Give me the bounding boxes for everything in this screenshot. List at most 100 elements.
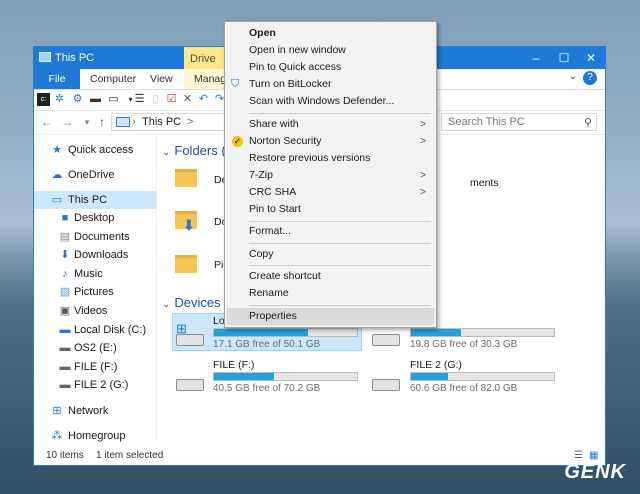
- sidebar-item-os2-e[interactable]: ▬ OS2 (E:): [34, 339, 156, 357]
- sidebar-item-documents[interactable]: ▤ Documents: [34, 228, 156, 246]
- properties-icon[interactable]: ☰: [133, 93, 146, 106]
- blank-page-icon[interactable]: ▯: [149, 93, 162, 106]
- folders-group-header[interactable]: ⌄ Folders (6: [162, 143, 233, 158]
- devices-group-header[interactable]: ⌄ Devices a: [162, 295, 231, 310]
- chevron-down-icon[interactable]: ⌄: [569, 71, 577, 82]
- sidebar-item-desktop[interactable]: ■ Desktop: [34, 209, 156, 227]
- menu-separator: [249, 305, 431, 306]
- minimize-button[interactable]: –: [522, 47, 550, 69]
- drive-usage-fill: [411, 329, 461, 336]
- chevron-down-icon[interactable]: ⌄: [162, 299, 170, 310]
- document-icon: ▤: [59, 231, 71, 243]
- folder-item-desktop[interactable]: [175, 169, 197, 187]
- network-drive-icon[interactable]: ▬: [89, 93, 102, 106]
- sidebar-item-downloads[interactable]: ⬇ Downloads: [34, 246, 156, 264]
- menu-item-crc-sha[interactable]: CRC SHA >: [227, 184, 434, 201]
- sidebar-item-network[interactable]: ⊞ Network: [34, 402, 156, 420]
- star-icon: ★: [52, 144, 62, 156]
- sidebar-item-local-disk-c[interactable]: ▬ Local Disk (C:): [34, 321, 156, 339]
- folder-item-pictures[interactable]: [175, 255, 197, 273]
- drive-name: Lo: [213, 315, 225, 327]
- search-icon[interactable]: ⚲: [584, 115, 592, 131]
- drive-usage-bar: [410, 328, 555, 337]
- homegroup-icon: ⁂: [51, 430, 63, 442]
- sidebar-item-label: This PC: [68, 194, 108, 206]
- menu-item-label: Properties: [249, 310, 297, 322]
- sidebar-item-this-pc[interactable]: ▭ This PC: [34, 191, 156, 209]
- close-button[interactable]: ✕: [577, 47, 605, 69]
- menu-item-copy[interactable]: Copy: [227, 246, 434, 263]
- forward-arrow-icon[interactable]: →: [59, 114, 75, 130]
- sidebar-item-music[interactable]: ♪ Music: [34, 265, 156, 283]
- breadcrumb[interactable]: This PC: [142, 116, 181, 128]
- drive-icon: [372, 379, 400, 391]
- search-input[interactable]: Search This PC ⚲: [441, 113, 597, 131]
- chevron-right-icon: >: [420, 136, 426, 147]
- console-icon[interactable]: c:: [37, 93, 50, 106]
- computer-icon: ▭: [51, 194, 63, 206]
- drive-usage-bar: [213, 328, 358, 337]
- drive-usage-bar: [410, 372, 555, 381]
- checklist-icon[interactable]: ☑: [165, 93, 178, 106]
- sidebar-item-quick-access[interactable]: ★ Quick access: [34, 141, 156, 159]
- folder-item-downloads[interactable]: ⬇: [175, 211, 197, 233]
- drive-usage-bar: [213, 372, 358, 381]
- chevron-down-icon[interactable]: ⌄: [162, 147, 170, 158]
- menu-item-rename[interactable]: Rename: [227, 285, 434, 302]
- gear-icon[interactable]: ✲: [53, 93, 66, 106]
- picture-icon: ▨: [59, 286, 71, 298]
- norton-check-icon: ✓: [232, 136, 243, 147]
- menu-item-label: CRC SHA: [249, 186, 297, 198]
- menu-item-bitlocker[interactable]: ⛉ Turn on BitLocker: [227, 76, 434, 93]
- context-menu: Open Open in new window Pin to Quick acc…: [224, 21, 437, 328]
- delete-icon[interactable]: ✕: [181, 93, 194, 106]
- maximize-button[interactable]: ☐: [550, 47, 578, 69]
- menu-item-7zip[interactable]: 7-Zip >: [227, 167, 434, 184]
- menu-item-pin-start[interactable]: Pin to Start: [227, 201, 434, 218]
- menu-item-label: Open: [249, 27, 276, 39]
- menu-item-label: Scan with Windows Defender...: [249, 95, 395, 107]
- menu-item-pin-quick-access[interactable]: Pin to Quick access: [227, 59, 434, 76]
- menu-item-share-with[interactable]: Share with >: [227, 116, 434, 133]
- sidebar-item-pictures[interactable]: ▨ Pictures: [34, 283, 156, 301]
- window-icon[interactable]: ▭: [107, 93, 120, 106]
- drive-tools-label[interactable]: Drive Too: [184, 47, 226, 89]
- sidebar-item-homegroup[interactable]: ⁂ Homegroup: [34, 427, 156, 445]
- help-icon[interactable]: ?: [583, 71, 597, 85]
- sidebar-item-label: Downloads: [74, 249, 129, 261]
- breadcrumb-separator[interactable]: >: [187, 116, 193, 128]
- menu-item-properties[interactable]: Properties: [227, 308, 434, 325]
- sidebar-item-onedrive[interactable]: ☁ OneDrive: [34, 166, 156, 184]
- menu-item-label: Create shortcut: [249, 270, 321, 282]
- menu-item-label: Share with: [249, 118, 299, 130]
- tab-view[interactable]: View: [140, 69, 183, 89]
- menu-item-label: Turn on BitLocker: [249, 78, 332, 90]
- menu-separator: [249, 265, 431, 266]
- menu-item-open-new-window[interactable]: Open in new window: [227, 42, 434, 59]
- menu-item-create-shortcut[interactable]: Create shortcut: [227, 268, 434, 285]
- menu-item-restore-versions[interactable]: Restore previous versions: [227, 150, 434, 167]
- settings-icon[interactable]: ⚙: [71, 93, 84, 106]
- drive-name: FILE 2 (G:): [410, 359, 462, 371]
- sidebar-item-videos[interactable]: ▣ Videos: [34, 302, 156, 320]
- item-count: 10 items: [46, 450, 84, 461]
- devices-group-title: Devices a: [174, 295, 232, 310]
- tab-file[interactable]: File: [34, 69, 80, 89]
- menu-item-open[interactable]: Open: [227, 25, 434, 42]
- menu-item-scan-defender[interactable]: Scan with Windows Defender...: [227, 93, 434, 110]
- chevron-right-icon[interactable]: ›: [132, 116, 136, 128]
- undo-icon[interactable]: ↶: [197, 93, 210, 106]
- sidebar-item-file2-g[interactable]: ▬ FILE 2 (G:): [34, 376, 156, 394]
- menu-item-format[interactable]: Format...: [227, 223, 434, 240]
- chevron-right-icon: >: [420, 187, 426, 198]
- sidebar-item-label: Network: [68, 405, 109, 417]
- menu-separator: [249, 243, 431, 244]
- chevron-down-icon[interactable]: ▾: [79, 114, 95, 130]
- navigation-pane: ★ Quick access ☁ OneDrive ▭ This PC ■ De…: [34, 135, 157, 442]
- sidebar-item-file-f[interactable]: ▬ FILE (F:): [34, 358, 156, 376]
- menu-item-norton[interactable]: ✓ Norton Security >: [227, 133, 434, 150]
- tab-computer[interactable]: Computer: [80, 69, 146, 89]
- back-arrow-icon[interactable]: ←: [39, 114, 55, 130]
- drive-icon: ▬: [59, 379, 71, 391]
- up-arrow-icon[interactable]: ↑: [94, 114, 110, 130]
